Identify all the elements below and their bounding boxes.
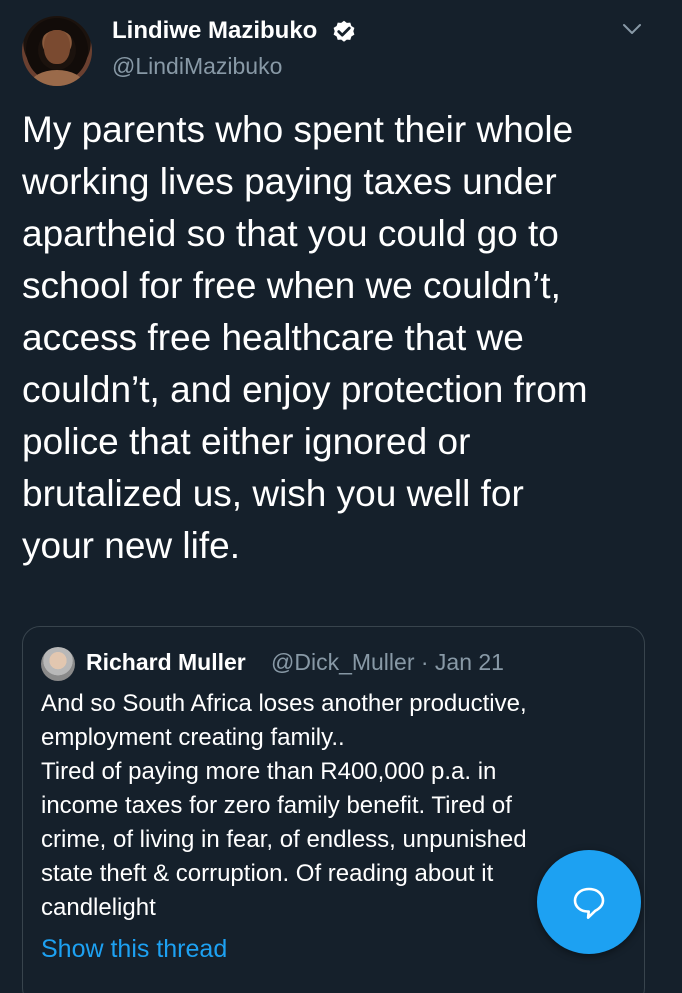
verified-badge-icon (333, 20, 355, 42)
quoted-tweet-text: And so South Africa loses another produc… (41, 690, 527, 921)
avatar-face (44, 30, 70, 64)
tweet-body-text: My parents who spent their whole working… (22, 109, 588, 566)
author-handle[interactable]: @LindiMazibuko (112, 53, 282, 80)
show-thread-link[interactable]: Show this thread (41, 935, 227, 964)
chevron-down-icon[interactable] (622, 22, 642, 36)
compose-reply-icon (573, 887, 605, 919)
quoted-author-avatar (41, 647, 75, 681)
author-display-name[interactable]: Lindiwe Mazibuko (112, 17, 317, 45)
quoted-author-name: Richard Muller (86, 649, 246, 675)
quoted-author-meta: @Dick_Muller · Jan 21 (271, 649, 504, 675)
tweet-container: Lindiwe Mazibuko @LindiMazibuko My paren… (0, 0, 682, 993)
compose-reply-button[interactable] (537, 850, 641, 954)
author-avatar[interactable] (22, 16, 92, 86)
